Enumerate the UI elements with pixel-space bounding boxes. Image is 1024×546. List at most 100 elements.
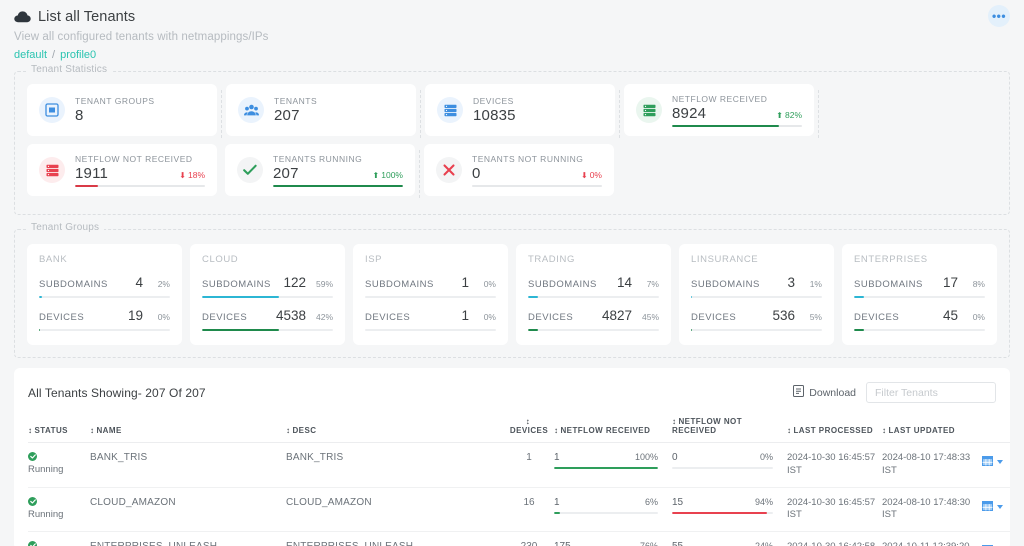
grid-view-icon[interactable] xyxy=(982,498,993,516)
metric-label: SUBDOMAINS xyxy=(854,279,923,290)
tenant-group-subdomains-row: SUBDOMAINS 3 1% xyxy=(691,275,822,298)
last-updated-value: 2024-08-10 17:48:33 IST xyxy=(882,452,971,476)
cell-devices: 230 xyxy=(508,531,554,546)
metric-percent: 7% xyxy=(646,279,659,289)
tenant-group-card-bank[interactable]: BANK SUBDOMAINS 4 2% DEVICES 19 0% xyxy=(27,244,182,345)
metric-label: SUBDOMAINS xyxy=(691,279,760,290)
tenant-group-name: CLOUD xyxy=(202,254,239,265)
status-ok-icon xyxy=(28,452,37,461)
grid-view-icon[interactable] xyxy=(982,542,993,546)
tenant-group-devices-row: DEVICES 19 0% xyxy=(39,308,170,331)
filter-tenants-input[interactable] xyxy=(866,382,996,403)
tenants-table-body: Running BANK_TRIS BANK_TRIS 1 1 100% 0 0% 2024-1… xyxy=(28,442,1010,546)
column-header-devices[interactable]: ↕ DEVICES xyxy=(508,417,554,443)
metric-percent: 100% xyxy=(634,452,658,462)
stat-percent: 0% xyxy=(589,170,602,180)
stat-label: TENANTS RUNNING xyxy=(273,153,363,164)
last-processed-value: 2024-10-30 16:45:57 IST xyxy=(787,452,876,476)
metric-progress-bar xyxy=(672,511,773,514)
metric-value: 1 xyxy=(461,308,469,323)
metric-label: SUBDOMAINS xyxy=(528,279,597,290)
status-label: Running xyxy=(28,508,64,520)
cell-status: Running xyxy=(28,487,90,533)
metric-progress-bar xyxy=(554,511,658,514)
table-row[interactable]: RunningENTERPRISES_UNLEASHENTERPRISES_UN… xyxy=(28,531,1010,546)
metric-percent: 0% xyxy=(972,312,985,322)
breadcrumb-current[interactable]: profile0 xyxy=(60,49,96,61)
stat-progress-bar xyxy=(273,184,403,187)
bar-top: 15 94% xyxy=(672,497,773,508)
tenant-group-card-enterprises[interactable]: ENTERPRISES SUBDOMAINS 17 8% DEVICES 45 0% xyxy=(842,244,997,345)
ellipsis-icon: ••• xyxy=(991,9,1007,23)
metric-line: DEVICES 4538 42% xyxy=(202,308,333,323)
breadcrumb-root[interactable]: default xyxy=(14,49,47,61)
row-actions[interactable] xyxy=(982,541,1010,546)
card-divider xyxy=(818,90,819,138)
card-divider xyxy=(420,90,421,138)
column-label-status: STATUS xyxy=(34,426,68,435)
grid-view-icon[interactable] xyxy=(982,453,993,471)
table-row[interactable]: Running CLOUD_AMAZON CLOUD_AMAZON 16 1 6% 15 94… xyxy=(28,487,1010,533)
column-header-netflow-received[interactable]: ↕ NETFLOW RECEIVED xyxy=(554,417,672,443)
stat-value: 8924 xyxy=(672,104,707,122)
stat-body: TENANTS RUNNING 207 ⬆ 100% xyxy=(273,154,403,187)
stat-value-row: 8924 ⬆ 82% xyxy=(672,105,802,122)
tenant-group-devices-row: DEVICES 45 0% xyxy=(854,308,985,331)
title-row: List all Tenants xyxy=(14,9,1008,25)
chevron-down-icon[interactable] xyxy=(997,460,1003,464)
netflow-off-icon xyxy=(39,157,65,183)
cell-netflow-not-received: 0 0% xyxy=(672,442,787,488)
page-root: List all Tenants View all configured ten… xyxy=(0,0,1024,546)
metric-progress-bar xyxy=(39,296,170,298)
column-header-netflow-not-received[interactable]: ↕ NETFLOW NOT RECEIVED xyxy=(672,417,787,443)
tenant-groups-section: Tenant Groups BANK SUBDOMAINS 4 2% DEVICES 19… xyxy=(14,222,1010,358)
tenant-statistics-section: Tenant Statistics TENANT GROUPS 8 TENANTS 2… xyxy=(14,64,1010,215)
stat-value: 0 xyxy=(472,164,481,182)
metric-line: DEVICES 536 5% xyxy=(691,308,822,323)
metric-percent: 0% xyxy=(759,452,773,462)
tenant-desc: ENTERPRISES_UNLEASH xyxy=(286,541,504,546)
tenant-group-card-isp[interactable]: ISP SUBDOMAINS 1 0% DEVICES 1 0% xyxy=(353,244,508,345)
column-header-actions xyxy=(982,417,1010,443)
column-header-desc[interactable]: ↕ DESC xyxy=(286,417,508,443)
metric-progress-bar xyxy=(202,296,333,298)
chevron-down-icon[interactable] xyxy=(997,504,1003,509)
sort-icon: ↕ xyxy=(672,417,677,426)
stat-percent: 82% xyxy=(784,110,802,120)
sort-icon: ↕ xyxy=(525,417,531,426)
cell-netflow-not-received: 55 24% xyxy=(672,531,787,546)
column-header-status[interactable]: ↕ STATUS xyxy=(28,417,90,443)
cell-netflow-received: 1 100% xyxy=(554,442,672,488)
stat-card-tenants: TENANTS 207 xyxy=(226,84,416,136)
metric-value: 17 xyxy=(942,275,958,290)
metric-value: 4 xyxy=(135,275,143,290)
stat-label: NETFLOW RECEIVED xyxy=(672,93,768,104)
more-options-button[interactable]: ••• xyxy=(988,5,1010,27)
metric-percent: 45% xyxy=(641,312,659,322)
stat-value-row: 8 xyxy=(75,107,205,124)
stat-card-tenants-not-running: TENANTS NOT RUNNING 0 ⬇ 0% xyxy=(424,144,614,196)
metric-line: SUBDOMAINS 122 59% xyxy=(202,275,333,290)
metric-line: SUBDOMAINS 17 8% xyxy=(854,275,985,290)
metric-value: 1 xyxy=(461,275,469,290)
table-row[interactable]: Running BANK_TRIS BANK_TRIS 1 1 100% 0 0% 2024-1… xyxy=(28,442,1010,488)
column-header-last-processed[interactable]: ↕ LAST PROCESSED xyxy=(787,417,882,443)
metric-progress-bar xyxy=(365,296,496,298)
metric-label: DEVICES xyxy=(854,312,900,323)
column-header-name[interactable]: ↕ NAME xyxy=(90,417,286,443)
tenant-group-card-cloud[interactable]: CLOUD SUBDOMAINS 122 59% DEVICES 4538 42% xyxy=(190,244,345,345)
stat-label: TENANT GROUPS xyxy=(75,96,155,106)
tenant-group-subdomains-row: SUBDOMAINS 4 2% xyxy=(39,275,170,298)
last-processed-value: 2024-10-30 16:42:58 IST xyxy=(787,541,878,546)
stat-card-tenants-running: TENANTS RUNNING 207 ⬆ 100% xyxy=(225,144,415,196)
tenant-group-card-trading[interactable]: TRADING SUBDOMAINS 14 7% DEVICES 4827 45% xyxy=(516,244,671,345)
sort-icon: ↕ xyxy=(286,426,291,435)
row-actions[interactable] xyxy=(982,497,1010,516)
tenant-group-subdomains-row: SUBDOMAINS 122 59% xyxy=(202,275,333,298)
cloud-icon xyxy=(14,11,31,23)
row-actions[interactable] xyxy=(982,452,1010,471)
tenant-group-subdomains-row: SUBDOMAINS 17 8% xyxy=(854,275,985,298)
tenant-group-card-linsurance[interactable]: LINSURANCE SUBDOMAINS 3 1% DEVICES 536 5% xyxy=(679,244,834,345)
download-button[interactable]: Download xyxy=(793,385,856,400)
column-header-last-updated[interactable]: ↕ LAST UPDATED xyxy=(882,417,982,443)
